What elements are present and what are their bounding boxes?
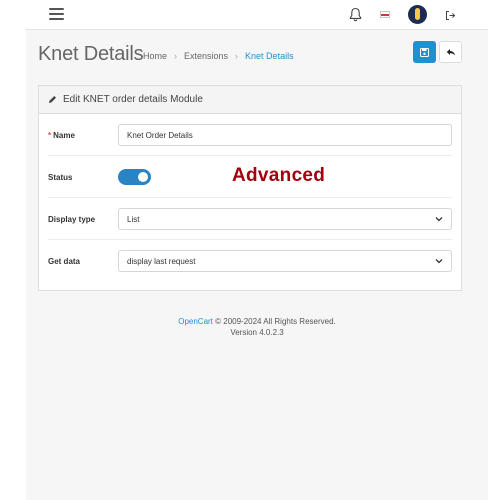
status-toggle[interactable]: [118, 169, 151, 185]
required-marker: *: [48, 131, 52, 140]
app-frame: Knet Details Home › Extensions › Knet De…: [26, 0, 488, 500]
breadcrumb-separator-icon: ›: [235, 51, 239, 61]
card-title: Edit KNET order details Module: [63, 94, 203, 105]
get-data-label: Get data: [48, 257, 81, 266]
save-button[interactable]: [413, 41, 436, 63]
display-type-value: List: [127, 214, 140, 224]
name-row: * Name Knet Order Details: [39, 114, 461, 156]
status-label: Status: [48, 173, 73, 182]
get-data-value: display last request: [127, 256, 196, 266]
breadcrumb-extensions[interactable]: Extensions: [184, 51, 228, 61]
breadcrumb-current[interactable]: Knet Details: [245, 51, 294, 61]
breadcrumb-separator-icon: ›: [174, 51, 178, 61]
footer: OpenCart © 2009-2024 All Rights Reserved…: [26, 316, 488, 338]
get-data-select[interactable]: display last request: [118, 250, 452, 272]
version-text: Version 4.0.2.3: [230, 328, 284, 337]
bell-icon[interactable]: [347, 5, 363, 23]
flag-icon[interactable]: [380, 11, 390, 18]
reply-icon: [446, 48, 455, 56]
save-icon: [420, 47, 429, 57]
display-type-label: Display type: [48, 215, 96, 224]
advanced-overlay-text: Advanced: [232, 165, 326, 186]
name-label: * Name: [48, 131, 75, 140]
name-input[interactable]: Knet Order Details: [118, 124, 452, 146]
display-type-row: Display type List: [39, 198, 461, 240]
pencil-icon: [49, 96, 56, 103]
back-button[interactable]: [439, 41, 462, 63]
footer-copyright: OpenCart © 2009-2024 All Rights Reserved…: [26, 316, 488, 327]
display-type-select[interactable]: List: [118, 208, 452, 230]
chevron-down-icon: [435, 217, 443, 222]
page-title: Knet Details: [38, 43, 144, 65]
opencart-link[interactable]: OpenCart: [178, 317, 213, 326]
status-row: Status Advanced: [39, 156, 461, 198]
avatar[interactable]: [408, 5, 427, 24]
menu-icon[interactable]: [49, 8, 64, 20]
breadcrumb-home[interactable]: Home: [143, 51, 167, 61]
logout-icon[interactable]: [444, 8, 456, 22]
chevron-down-icon: [435, 259, 443, 264]
card-header: Edit KNET order details Module: [39, 86, 461, 114]
module-card: Edit KNET order details Module * Name Kne…: [38, 85, 462, 291]
breadcrumb: Home › Extensions › Knet Details: [143, 51, 294, 61]
copyright-text: © 2009-2024 All Rights Reserved.: [212, 317, 336, 326]
page-header: Knet Details Home › Extensions › Knet De…: [26, 30, 488, 82]
get-data-row: Get data display last request: [39, 240, 461, 282]
top-navbar: [26, 0, 488, 30]
